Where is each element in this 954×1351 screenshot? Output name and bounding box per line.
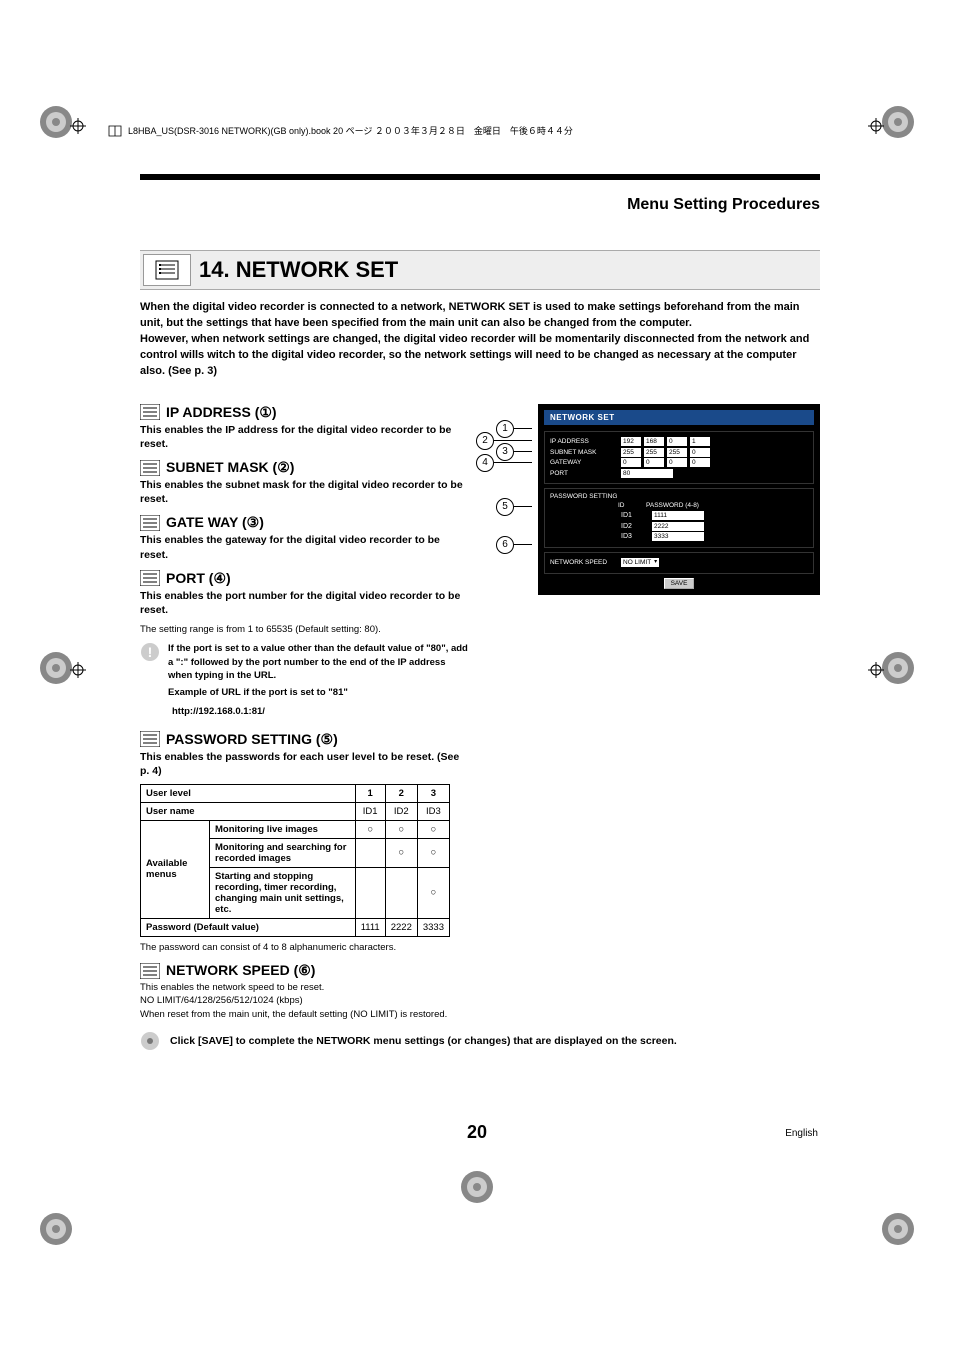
ui-pw-row-2: ID2 2222 — [550, 522, 808, 531]
pw-field-2[interactable]: 2222 — [652, 522, 704, 531]
list-small-icon — [140, 460, 160, 476]
network-set-screenshot: NETWORK SET IP ADDRESS 192 168 0 1 SUBNE… — [538, 404, 820, 595]
speed-l2: NO LIMIT/64/128/256/512/1024 (kbps) — [140, 994, 470, 1007]
password-desc: This enables the passwords for each user… — [140, 750, 470, 778]
gateway-desc: This enables the gateway for the digital… — [140, 533, 470, 561]
crop-cross-icon — [868, 118, 884, 134]
ip-address-heading: IP ADDRESS (①) — [140, 404, 470, 421]
speed-l1: This enables the network speed to be res… — [140, 981, 470, 994]
callout-4: 4 — [476, 454, 532, 472]
crop-cross-icon — [70, 662, 86, 678]
info-icon — [140, 1031, 160, 1051]
intro-text: When the digital video recorder is conne… — [140, 300, 820, 380]
ip-field-1[interactable]: 168 — [644, 437, 664, 446]
gateway-field-1[interactable]: 0 — [644, 458, 664, 467]
ip-field-3[interactable]: 1 — [690, 437, 710, 446]
ui-gateway-row: GATEWAY 0 0 0 0 — [550, 458, 808, 467]
ui-pw-row-1: ID1 1111 — [550, 511, 808, 520]
crop-cross-icon — [70, 118, 86, 134]
subnet-field-2[interactable]: 255 — [667, 448, 687, 457]
crop-cross-icon — [868, 662, 884, 678]
list-small-icon — [140, 404, 160, 420]
port-heading: PORT (④) — [140, 570, 470, 587]
registration-mark-icon — [38, 650, 74, 686]
list-small-icon — [140, 731, 160, 747]
save-button[interactable]: SAVE — [664, 578, 695, 589]
section-header: Menu Setting Procedures — [140, 196, 820, 214]
gateway-heading: GATE WAY (③) — [140, 514, 470, 531]
pw-field-3[interactable]: 3333 — [652, 532, 704, 541]
ui-ip-row: IP ADDRESS 192 168 0 1 — [550, 437, 808, 446]
final-save-note: Click [SAVE] to complete the NETWORK men… — [140, 1031, 820, 1051]
speed-select[interactable]: NO LIMIT — [621, 558, 659, 567]
speed-l3: When reset from the main unit, the defau… — [140, 1008, 470, 1021]
svg-text:!: ! — [148, 644, 153, 660]
registration-mark-icon — [880, 650, 916, 686]
ip-address-desc: This enables the IP address for the digi… — [140, 423, 470, 451]
subnet-mask-heading: SUBNET MASK (②) — [140, 459, 470, 476]
port-warning: ! If the port is set to a value other th… — [140, 642, 470, 699]
callout-5: 5 — [496, 498, 532, 516]
pw-field-1[interactable]: 1111 — [652, 511, 704, 520]
password-setting-heading: PASSWORD SETTING (⑤) — [140, 731, 470, 748]
ip-field-2[interactable]: 0 — [667, 437, 687, 446]
page-number: 20 — [467, 1122, 487, 1143]
list-small-icon — [140, 515, 160, 531]
subnet-mask-desc: This enables the subnet mask for the dig… — [140, 478, 470, 506]
port-desc: This enables the port number for the dig… — [140, 589, 470, 617]
list-small-icon — [140, 570, 160, 586]
print-header-note: L8HBA_US(DSR-3016 NETWORK)(GB only).book… — [108, 124, 573, 137]
registration-mark-icon — [38, 104, 74, 140]
list-icon — [143, 254, 191, 286]
chapter-title: 14. NETWORK SET — [199, 251, 398, 289]
network-speed-heading: NETWORK SPEED (⑥) — [140, 962, 470, 979]
subnet-field-1[interactable]: 255 — [644, 448, 664, 457]
ui-title: NETWORK SET — [544, 410, 814, 425]
gateway-field-3[interactable]: 0 — [690, 458, 710, 467]
ui-port-row: PORT 80 — [550, 469, 808, 478]
password-note: The password can consist of 4 to 8 alpha… — [140, 941, 470, 954]
port-field[interactable]: 80 — [621, 469, 673, 478]
ui-pw-row-3: ID3 3333 — [550, 532, 808, 541]
registration-mark-icon — [459, 1169, 495, 1205]
port-range: The setting range is from 1 to 65535 (De… — [140, 623, 470, 636]
gateway-field-0[interactable]: 0 — [621, 458, 641, 467]
callout-6: 6 — [496, 536, 532, 554]
language-label: English — [785, 1128, 818, 1139]
url-example: http://192.168.0.1:81/ — [172, 706, 470, 717]
chapter-title-bar: 14. NETWORK SET — [140, 250, 820, 290]
book-icon — [108, 125, 122, 137]
ui-pw-section-label: PASSWORD SETTING — [550, 493, 808, 500]
ui-speed-row: NETWORK SPEED NO LIMIT — [550, 558, 808, 567]
gateway-field-2[interactable]: 0 — [667, 458, 687, 467]
top-rule — [140, 174, 820, 180]
subnet-field-0[interactable]: 255 — [621, 448, 641, 457]
list-small-icon — [140, 963, 160, 979]
registration-mark-icon — [880, 1211, 916, 1247]
ip-field-0[interactable]: 192 — [621, 437, 641, 446]
subnet-field-3[interactable]: 0 — [690, 448, 710, 457]
registration-mark-icon — [880, 104, 916, 140]
registration-mark-icon — [38, 1211, 74, 1247]
ui-subnet-row: SUBNET MASK 255 255 255 0 — [550, 448, 808, 457]
caution-icon: ! — [140, 642, 160, 662]
password-table: User level 1 2 3 User name ID1 ID2 ID3 A… — [140, 784, 450, 937]
